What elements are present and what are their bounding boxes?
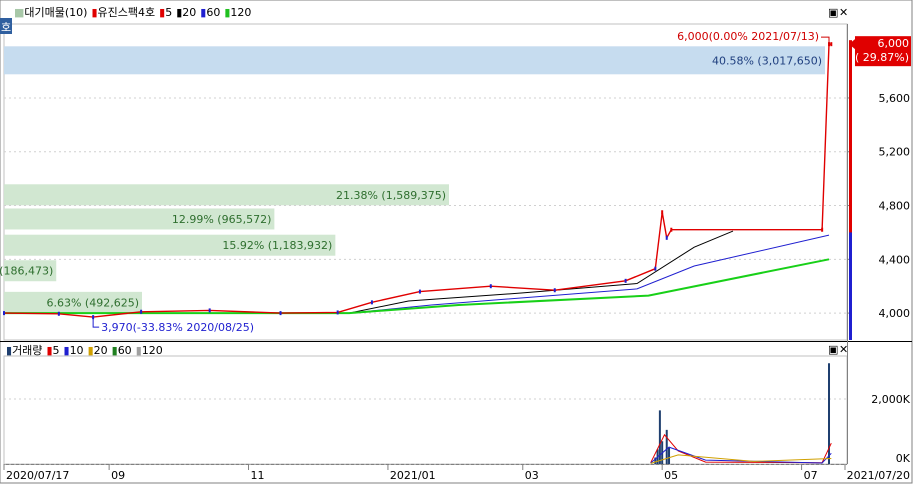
volume-legend-item: 60 — [118, 344, 132, 357]
price-candle — [821, 227, 824, 232]
volume-legend-item: 20 — [94, 344, 108, 357]
price-candle — [336, 310, 339, 315]
current-price-value: 6,000 — [878, 37, 910, 50]
x-tick-label: 07 — [804, 469, 818, 482]
volume-bar — [668, 447, 671, 464]
price-legend-item: 대기매물(10) — [24, 6, 87, 19]
price-tick-label: 5,600 — [879, 92, 911, 105]
price-legend-marker-icon: ■ — [14, 6, 24, 19]
supply-bar-label: 6.63% (492,625) — [46, 296, 139, 309]
supply-bar — [4, 46, 825, 75]
price-close-icon[interactable]: ✕ — [839, 6, 848, 19]
price-candle — [3, 311, 5, 316]
price-candle — [140, 309, 143, 314]
volume-close-icon[interactable]: ✕ — [839, 343, 848, 356]
supply-bar-label: 12.99% (965,572) — [172, 213, 272, 226]
price-tick-label: 4,400 — [879, 253, 911, 266]
price-legend: ■대기매물(10) ▮유진스팩4호 ▮5 ▮20 ▮60 ▮120 — [14, 6, 251, 19]
low-annotation: 3,970(-33.83% 2020/08/25) — [101, 321, 254, 334]
x-tick-label: 11 — [251, 469, 265, 482]
volume-legend-item: 10 — [70, 344, 84, 357]
volume-plot-area[interactable] — [3, 355, 848, 465]
x-tick-label: 2020/07/17 — [6, 469, 69, 482]
price-tick-label: 5,200 — [879, 146, 911, 159]
volume-legend-item: 5 — [53, 344, 60, 357]
price-candle — [208, 308, 211, 313]
high-annotation: 6,000(0.00% 2021/07/13) — [677, 30, 819, 43]
stock-chart-svg: 호 ▣ ✕ ▣ ✕ ■대기매물(10) ▮유진스팩4호 ▮5 ▮20 ▮60 ▮120 ▮… — [0, 0, 913, 484]
stock-chart-window: 호 ▣ ✕ ▣ ✕ ■대기매물(10) ▮유진스팩4호 ▮5 ▮20 ▮60 ▮120 ▮… — [0, 0, 913, 484]
price-candle — [418, 289, 421, 294]
price-candle — [57, 311, 60, 316]
price-candle — [553, 288, 556, 293]
x-tick-label: 05 — [664, 469, 678, 482]
x-tick-label: 09 — [111, 469, 125, 482]
price-candle — [370, 300, 373, 305]
side-label: 호 — [1, 21, 11, 34]
price-candle — [489, 284, 492, 289]
price-legend-item: 120 — [230, 6, 251, 19]
price-legend-item: 5 — [165, 6, 172, 19]
price-candle — [830, 42, 833, 47]
supply-bar-label: 2.51% (186,473) — [0, 265, 53, 278]
volume-legend-item: 120 — [142, 344, 163, 357]
price-legend-item: 60 — [206, 6, 220, 19]
price-tick-label: 4,800 — [879, 200, 911, 213]
x-tick-label: 2021/01 — [390, 469, 436, 482]
volume-legend-item: 거래량 — [12, 344, 42, 357]
supply-bar-label: 21.38% (1,589,375) — [336, 189, 446, 202]
volume-tick-label: 2,000K — [871, 393, 910, 406]
x-tick-label: 03 — [525, 469, 539, 482]
price-legend-item: 20 — [182, 6, 196, 19]
price-candle — [279, 311, 282, 316]
price-candle — [670, 227, 673, 232]
volume-maximize-icon[interactable]: ▣ — [828, 343, 838, 356]
price-candle — [654, 266, 657, 271]
price-range-bar-low — [849, 232, 852, 340]
supply-bar-label: 40.58% (3,017,650) — [712, 54, 822, 67]
volume-tick-label: 0K — [896, 452, 911, 465]
price-candle — [665, 235, 668, 240]
price-candle — [661, 210, 664, 215]
price-legend-item: 유진스팩4호 — [98, 6, 156, 19]
price-tick-label: 4,000 — [879, 307, 911, 320]
supply-bar-label: 15.92% (1,183,932) — [222, 239, 332, 252]
x-tick-label: 2021/07/20 — [847, 469, 910, 482]
price-candle — [624, 278, 627, 283]
price-maximize-icon[interactable]: ▣ — [828, 6, 838, 19]
current-price-change: ( 29.87%) — [855, 51, 909, 64]
